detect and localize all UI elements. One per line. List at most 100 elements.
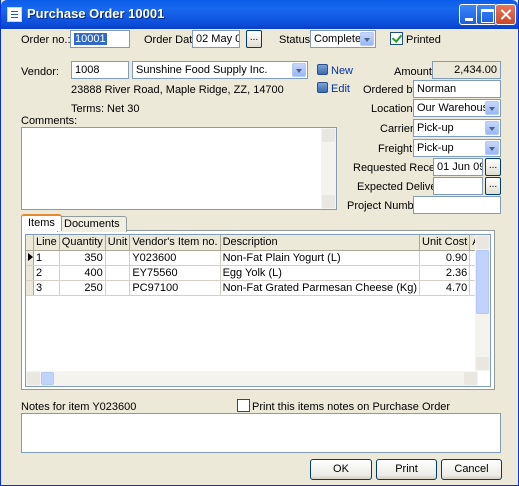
cell-unit[interactable]	[105, 280, 131, 296]
order-date-picker-button[interactable]: ...	[246, 30, 262, 48]
scroll-up-icon[interactable]	[476, 236, 489, 249]
column-header-quantity[interactable]: Quantity	[59, 235, 106, 251]
scroll-up-icon[interactable]	[322, 129, 335, 142]
print-notes-label: Print this items notes on Purchase Order	[252, 401, 451, 413]
cell-line[interactable]: 3	[33, 280, 60, 296]
order-no-field[interactable]: 10001	[70, 30, 130, 48]
freight-label: Freight:	[378, 143, 416, 155]
cell-quantity[interactable]: 250	[59, 280, 106, 296]
location-select[interactable]: Our Warehouse	[413, 99, 501, 117]
cell-description[interactable]: Non-Fat Plain Yogurt (L)	[220, 250, 421, 266]
carrier-select[interactable]: Pick-up	[413, 119, 501, 137]
comments-textarea[interactable]	[21, 127, 337, 210]
printed-label: Printed	[406, 34, 441, 46]
row-header[interactable]	[26, 265, 34, 281]
cell-vendor-item[interactable]: PC97100	[129, 280, 221, 296]
row-header-corner	[26, 235, 34, 251]
print-notes-checkbox[interactable]	[237, 399, 250, 412]
table-row[interactable]: 1 350 Y023600 Non-Fat Plain Yogurt (L) 0…	[26, 250, 490, 266]
window-title: Purchase Order 10001	[27, 6, 165, 21]
freight-value: Pick-up	[417, 142, 454, 154]
cell-unit[interactable]	[105, 265, 131, 281]
cell-line[interactable]: 2	[33, 265, 60, 281]
printed-checkbox[interactable]	[390, 32, 403, 45]
cell-description[interactable]: Non-Fat Grated Parmesan Cheese (Kg)	[220, 280, 421, 296]
carrier-label: Carrier:	[380, 123, 417, 135]
chevron-down-icon[interactable]	[292, 63, 306, 77]
expected-delivery-field[interactable]	[433, 177, 483, 195]
chevron-down-icon[interactable]	[485, 141, 499, 155]
new-vendor-icon[interactable]	[317, 64, 328, 75]
tab-documents[interactable]: Documents	[57, 216, 127, 232]
scroll-left-icon[interactable]	[27, 372, 40, 385]
title-bar[interactable]: Purchase Order 10001	[1, 0, 518, 29]
status-label: Status:	[279, 34, 314, 46]
scroll-right-icon[interactable]	[464, 372, 477, 385]
amount-field: 2,434.00	[432, 61, 501, 79]
vendor-name-select[interactable]: Sunshine Food Supply Inc.	[132, 61, 308, 79]
edit-vendor-icon[interactable]	[317, 82, 328, 93]
cell-vendor-item[interactable]: Y023600	[129, 250, 221, 266]
expected-delivery-picker-button[interactable]: ...	[485, 177, 501, 195]
cell-unit-cost[interactable]: 2.36	[419, 265, 471, 281]
vendor-label: Vendor:	[21, 66, 59, 78]
amount-label: Amount:	[394, 66, 435, 78]
carrier-value: Pick-up	[417, 122, 454, 134]
status-select[interactable]: Completed	[310, 30, 376, 48]
order-no-value: 10001	[74, 33, 107, 45]
grid-horizontal-scroll-thumb[interactable]	[41, 372, 54, 385]
grid-vertical-scroll-thumb[interactable]	[476, 250, 489, 314]
cell-description[interactable]: Egg Yolk (L)	[220, 265, 421, 281]
comments-scrollbar[interactable]	[321, 128, 336, 209]
ordered-by-field[interactable]: Norman	[413, 80, 501, 98]
column-header-line[interactable]: Line	[33, 235, 60, 251]
cell-unit-cost[interactable]: 4.70	[419, 280, 471, 296]
maximize-button[interactable]	[476, 4, 497, 25]
vendor-terms: Terms: Net 30	[71, 103, 140, 115]
tab-items[interactable]: Items	[21, 214, 62, 231]
vendor-address: 23888 River Road, Maple Ridge, ZZ, 14700	[71, 84, 284, 96]
scroll-down-icon[interactable]	[476, 357, 489, 370]
cell-unit[interactable]	[105, 250, 131, 266]
column-header-vendor-item[interactable]: Vendor's Item no.	[129, 235, 221, 251]
chevron-down-icon[interactable]	[485, 101, 499, 115]
location-value: Our Warehouse	[417, 102, 495, 114]
close-button[interactable]	[495, 4, 516, 25]
cell-line[interactable]: 1	[33, 250, 60, 266]
table-row[interactable]: 3 250 PC97100 Non-Fat Grated Parmesan Ch…	[26, 280, 490, 296]
cell-quantity[interactable]: 350	[59, 250, 106, 266]
grid-vertical-scrollbar[interactable]	[475, 235, 490, 371]
project-number-field[interactable]	[413, 196, 501, 214]
items-grid[interactable]: Line Quantity Unit Vendor's Item no. Des…	[25, 234, 491, 387]
cell-quantity[interactable]: 400	[59, 265, 106, 281]
notes-label: Notes for item Y023600	[21, 401, 137, 413]
requested-receipt-field[interactable]: 01 Jun 09	[433, 158, 483, 176]
vendor-code-field[interactable]: 1008	[71, 61, 129, 79]
new-vendor-link[interactable]: New	[331, 65, 353, 77]
current-row-arrow-icon	[28, 252, 33, 261]
edit-vendor-link[interactable]: Edit	[331, 83, 350, 95]
table-row[interactable]: 2 400 EY75560 Egg Yolk (L) 2.36	[26, 265, 490, 281]
cell-unit-cost[interactable]: 0.90	[419, 250, 471, 266]
item-notes-textarea[interactable]	[21, 413, 501, 453]
comments-label: Comments:	[21, 115, 78, 127]
chevron-down-icon[interactable]	[360, 32, 374, 46]
ok-button[interactable]: OK	[310, 459, 372, 480]
print-button[interactable]: Print	[376, 459, 437, 480]
scroll-down-icon[interactable]	[322, 195, 335, 208]
cancel-button[interactable]: Cancel	[441, 459, 502, 480]
order-no-label: Order no.:	[21, 34, 71, 46]
row-header[interactable]	[26, 250, 34, 266]
items-table: Line Quantity Unit Vendor's Item no. Des…	[26, 235, 490, 296]
chevron-down-icon[interactable]	[485, 121, 499, 135]
column-header-unit-cost[interactable]: Unit Cost	[419, 235, 471, 251]
grid-horizontal-scrollbar[interactable]	[26, 371, 478, 386]
cell-vendor-item[interactable]: EY75560	[129, 265, 221, 281]
column-header-unit[interactable]: Unit	[105, 235, 131, 251]
freight-select[interactable]: Pick-up	[413, 139, 501, 157]
row-header[interactable]	[26, 280, 34, 296]
column-header-description[interactable]: Description	[220, 235, 421, 251]
requested-receipt-picker-button[interactable]: ...	[485, 158, 501, 176]
order-date-field[interactable]: 02 May 09	[192, 30, 240, 48]
location-label: Location:	[371, 103, 416, 115]
